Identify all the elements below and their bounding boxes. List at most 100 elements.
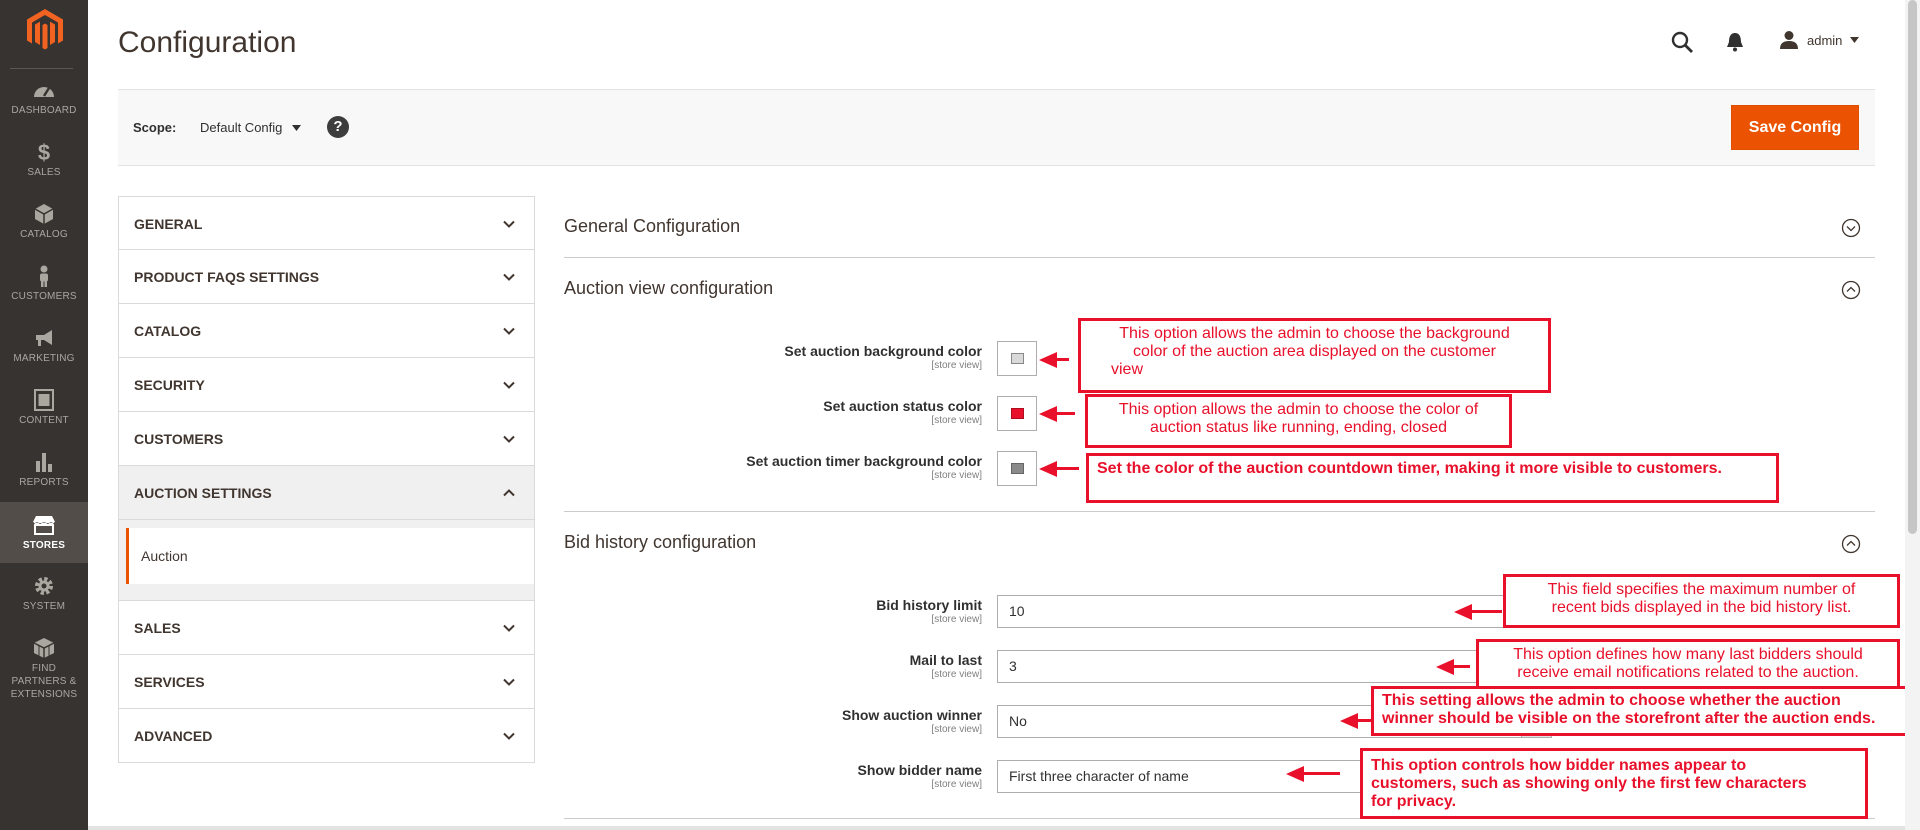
chevron-down-icon <box>503 678 515 686</box>
tab-label: CUSTOMERS <box>134 431 224 447</box>
caret-down-icon <box>292 124 302 131</box>
scope-switcher[interactable]: Default Config <box>200 120 302 135</box>
color-swatch <box>1011 408 1024 419</box>
annotation-bid-limit: This field specifies the maximum number … <box>1503 574 1900 628</box>
annotation-arrow <box>1286 766 1340 782</box>
tab-sales[interactable]: SALES <box>118 601 535 655</box>
chevron-down-icon <box>503 381 515 389</box>
annotation-arrow <box>1039 352 1069 368</box>
annotation-status-color: This option allows the admin to choose t… <box>1085 394 1512 448</box>
field-label-timer-color: Set auction timer background color [stor… <box>746 453 982 481</box>
bell-icon[interactable] <box>1724 31 1746 53</box>
tab-label: PRODUCT FAQS SETTINGS <box>134 269 320 285</box>
nav-content[interactable]: CONTENT <box>0 389 88 451</box>
section-general-configuration[interactable]: General Configuration <box>564 216 1875 237</box>
field-label-show-bidder-name: Show bidder name [store view] <box>857 762 982 790</box>
config-tabs: GENERAL PRODUCT FAQS SETTINGS CATALOG SE… <box>118 196 535 763</box>
select-value: First three character of name <box>1009 768 1189 784</box>
tab-product-faqs-settings[interactable]: PRODUCT FAQS SETTINGS <box>118 250 535 304</box>
tab-item-auction[interactable]: Auction <box>126 528 534 584</box>
scope-label: Scope: <box>133 120 177 135</box>
annotation-arrow <box>1039 461 1079 477</box>
nav-find-partners[interactable]: FIND PARTNERS & EXTENSIONS <box>0 637 88 709</box>
chevron-down-icon <box>503 273 515 281</box>
tab-catalog[interactable]: CATALOG <box>118 304 535 358</box>
field-label-status-color: Set auction status color [store view] <box>823 398 982 426</box>
scrollbar-thumb[interactable] <box>1908 0 1917 534</box>
annotation-arrow <box>1454 604 1502 620</box>
nav-customers[interactable]: CUSTOMERS <box>0 265 88 327</box>
user-menu[interactable]: admin <box>1779 28 1860 52</box>
tab-advanced[interactable]: ADVANCED <box>118 709 535 763</box>
section-bid-history-configuration[interactable]: Bid history configuration <box>564 532 1875 553</box>
chevron-down-icon <box>503 732 515 740</box>
annotation-show-winner: This setting allows the admin to choose … <box>1371 686 1913 736</box>
select-value: No <box>1009 713 1027 729</box>
scope-bar: Scope: Default Config ? Save Config <box>118 89 1875 166</box>
person-icon <box>40 265 48 287</box>
help-icon[interactable]: ? <box>327 116 349 138</box>
content-icon <box>34 389 54 411</box>
annotation-arrow <box>1039 406 1075 422</box>
user-icon <box>1780 31 1798 49</box>
annotation-show-bidder: This option controls how bidder names ap… <box>1360 748 1868 819</box>
bar-chart-icon <box>36 453 52 472</box>
save-config-button[interactable]: Save Config <box>1731 105 1859 150</box>
nav-stores[interactable]: STORES <box>0 502 88 563</box>
annotation-mail-to-last: This option defines how many last bidder… <box>1476 639 1900 692</box>
nav-dashboard[interactable]: DASHBOARD <box>0 79 88 141</box>
collapse-circle-icon[interactable] <box>1841 534 1861 554</box>
tab-customers[interactable]: CUSTOMERS <box>118 412 535 466</box>
field-label-mail-to-last: Mail to last [store view] <box>909 652 982 680</box>
search-icon[interactable] <box>1670 30 1694 54</box>
field-label-bid-history-limit: Bid history limit [store view] <box>876 597 982 625</box>
nav-system[interactable]: SYSTEM <box>0 575 88 637</box>
nav-label: MARKETING <box>13 353 75 364</box>
nav-label: CUSTOMERS <box>11 291 77 302</box>
chevron-down-icon <box>503 220 515 228</box>
nav-sales[interactable]: $ SALES <box>0 141 88 203</box>
tab-item-label: Auction <box>141 548 188 564</box>
nav-label: SALES <box>27 167 61 178</box>
scope-value: Default Config <box>200 120 283 135</box>
annotation-arrow <box>1436 659 1470 675</box>
cube-icon <box>34 204 54 224</box>
tab-label: SERVICES <box>134 674 205 690</box>
boxes-icon <box>33 638 55 658</box>
tab-label: AUCTION SETTINGS <box>134 485 272 501</box>
annotation-arrow <box>1340 713 1372 729</box>
gear-icon <box>35 577 53 595</box>
user-name: admin <box>1807 32 1843 48</box>
horizontal-scrollbar[interactable] <box>88 826 1905 830</box>
nav-marketing[interactable]: MARKETING <box>0 327 88 389</box>
tab-label: SALES <box>134 620 181 636</box>
bg-color-picker[interactable] <box>997 341 1037 376</box>
expand-circle-icon[interactable] <box>1841 218 1861 238</box>
nav-catalog[interactable]: CATALOG <box>0 203 88 265</box>
timer-color-picker[interactable] <box>997 451 1037 486</box>
section-auction-view-configuration[interactable]: Auction view configuration <box>564 278 1875 299</box>
dollar-icon: $ <box>38 141 50 163</box>
tab-label: ADVANCED <box>134 728 213 744</box>
collapse-circle-icon[interactable] <box>1841 280 1861 300</box>
nav-label: FIND PARTNERS & EXTENSIONS <box>10 663 78 700</box>
section-divider <box>564 257 1875 258</box>
status-color-picker[interactable] <box>997 396 1037 431</box>
magento-logo-icon[interactable] <box>27 9 63 51</box>
annotation-timer-color: Set the color of the auction countdown t… <box>1086 453 1779 503</box>
tab-security[interactable]: SECURITY <box>118 358 535 412</box>
section-divider <box>564 511 1875 512</box>
dashboard-icon <box>34 87 54 97</box>
color-swatch <box>1011 463 1024 474</box>
tab-auction-settings[interactable]: AUCTION SETTINGS <box>118 466 535 520</box>
caret-down-icon <box>1850 37 1860 43</box>
tab-label: GENERAL <box>134 216 203 232</box>
annotation-bg-color: This option allows the admin to choose t… <box>1078 318 1551 393</box>
chevron-up-icon <box>503 489 515 497</box>
chevron-down-icon <box>503 327 515 335</box>
nav-label: STORES <box>22 540 66 551</box>
tab-auction-settings-items: Auction <box>118 520 535 601</box>
tab-services[interactable]: SERVICES <box>118 655 535 709</box>
svg-text:$: $ <box>38 141 50 163</box>
tab-general[interactable]: GENERAL <box>118 196 535 250</box>
